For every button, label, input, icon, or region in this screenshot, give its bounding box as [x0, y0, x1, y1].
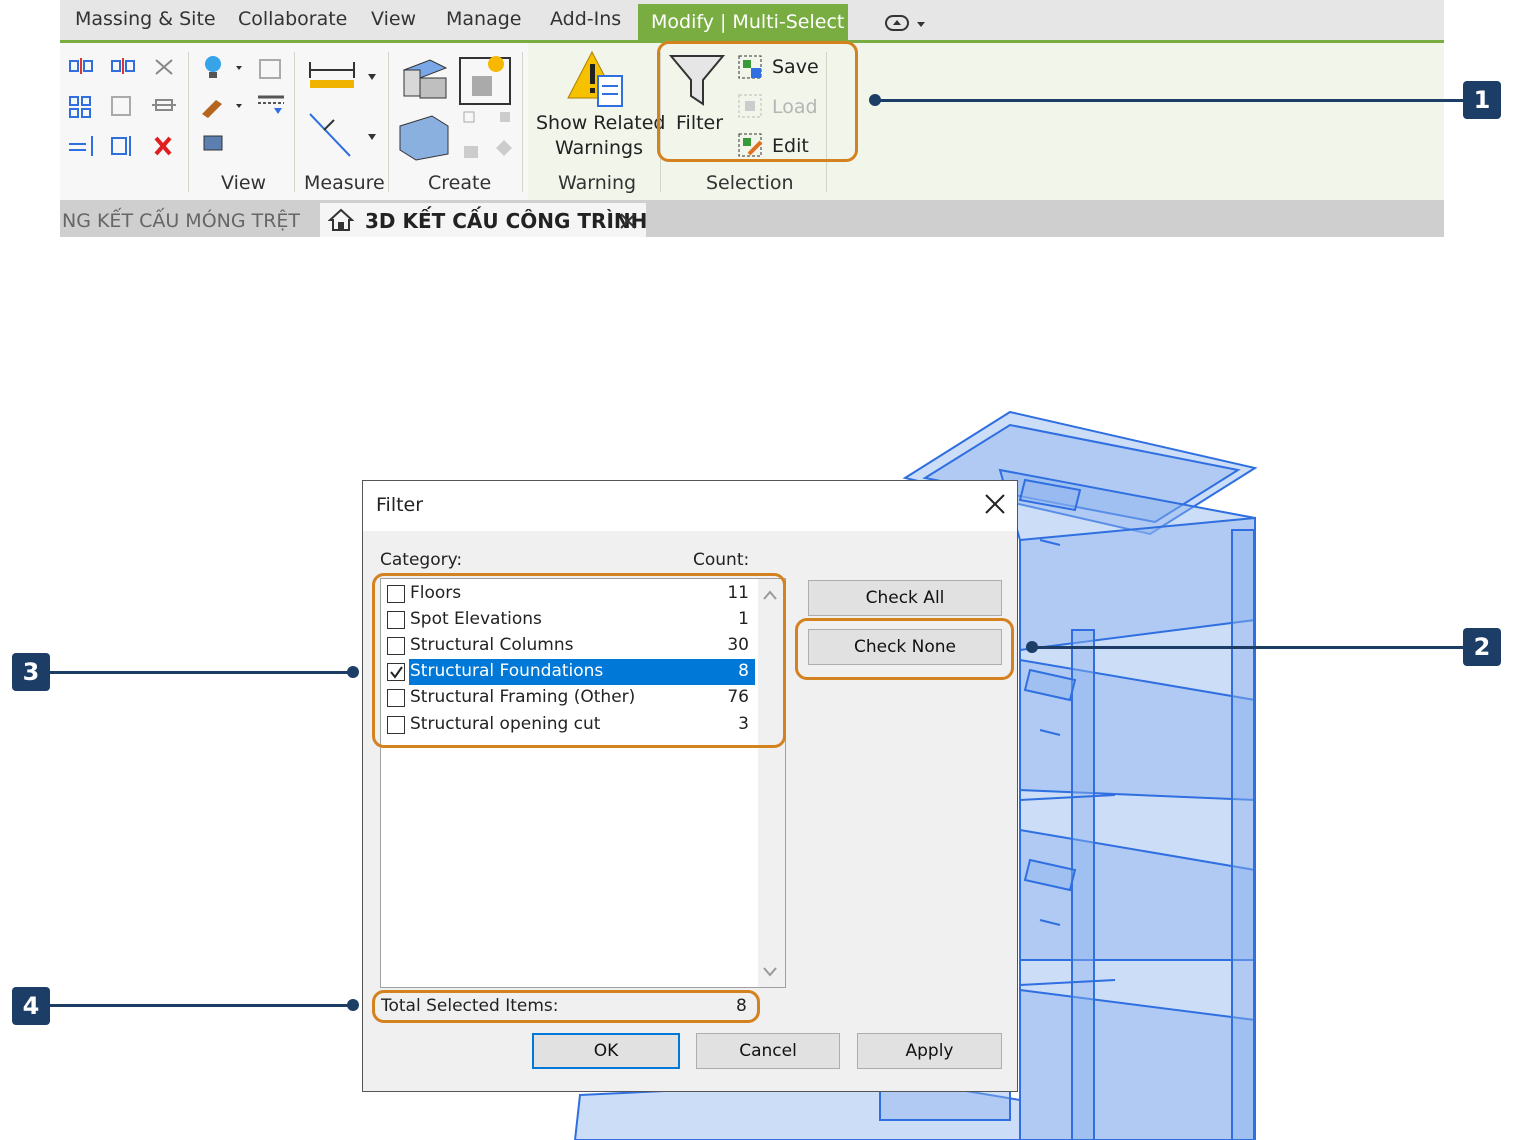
panel-label-measure: Measure	[304, 172, 385, 194]
apply-button[interactable]: Apply	[857, 1033, 1002, 1069]
tab-add-ins[interactable]: Add-Ins	[550, 8, 621, 30]
show-related-warnings-button[interactable]: Show Related	[536, 112, 665, 134]
scroll-down-icon[interactable]	[762, 966, 778, 978]
panel-label-view: View	[221, 172, 267, 194]
check-all-button[interactable]: Check All	[808, 580, 1002, 616]
callout-badge-3: 3	[12, 653, 50, 691]
category-header: Category:	[380, 550, 463, 570]
leader-line-2	[1032, 646, 1463, 649]
view-tab-3d-label: 3D KẾT CẤU CÔNG TRÌNH	[365, 209, 648, 233]
panel-separator	[188, 52, 189, 192]
panel-separator	[388, 52, 389, 192]
callout-badge-2: 2	[1463, 628, 1501, 666]
leader-dot-4	[347, 999, 359, 1011]
ribbon-options-icon[interactable]	[884, 12, 928, 36]
view-tools-icons[interactable]	[198, 52, 290, 162]
panel-separator	[294, 52, 295, 192]
measure-tools-icons[interactable]	[304, 52, 384, 164]
dialog-titlebar[interactable]	[363, 481, 1017, 531]
home-view-icon	[328, 208, 354, 231]
tab-massing-site[interactable]: Massing & Site	[75, 8, 216, 30]
panel-label-warning: Warning	[558, 172, 637, 194]
panel-separator	[522, 52, 523, 192]
callout-box-1	[657, 41, 858, 162]
dialog-title: Filter	[376, 494, 424, 516]
leader-line-4	[50, 1004, 353, 1007]
leader-line-3	[50, 671, 353, 674]
close-view-tab-icon[interactable]	[618, 211, 638, 231]
callout-box-4	[372, 990, 760, 1023]
view-tab-mong-tret[interactable]: NG KẾT CẤU MÓNG TRỆT	[62, 210, 300, 232]
modify-tools-icons[interactable]	[64, 52, 188, 164]
warning-icon	[567, 50, 623, 107]
tab-manage[interactable]: Manage	[446, 8, 521, 30]
ok-button[interactable]: OK	[532, 1033, 680, 1069]
leader-line-1	[875, 99, 1463, 102]
create-tools-icons[interactable]	[396, 50, 520, 166]
callout-badge-4: 4	[12, 987, 50, 1025]
callout-badge-1: 1	[1463, 81, 1501, 119]
cancel-button[interactable]: Cancel	[696, 1033, 840, 1069]
callout-box-2	[795, 618, 1014, 680]
close-icon[interactable]	[978, 487, 1012, 521]
tab-collaborate[interactable]: Collaborate	[238, 8, 347, 30]
panel-label-create: Create	[428, 172, 492, 194]
show-related-warnings-label-line2: Warnings	[555, 137, 644, 159]
tab-view[interactable]: View	[371, 8, 416, 30]
count-header: Count:	[693, 550, 750, 570]
callout-box-3	[372, 573, 786, 748]
leader-dot-3	[347, 666, 359, 678]
panel-label-selection: Selection	[706, 172, 794, 194]
tab-modify-multi-select-label: Modify | Multi-Select	[651, 11, 845, 33]
